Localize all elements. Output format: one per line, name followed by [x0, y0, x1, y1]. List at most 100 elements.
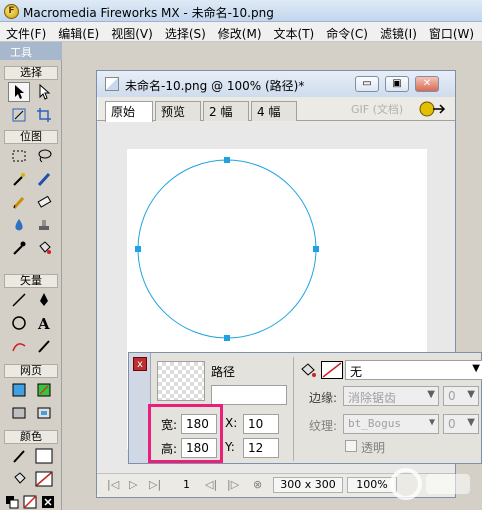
app-title: Macromedia Fireworks MX - 未命名-10.png	[23, 6, 274, 20]
stop-icon[interactable]: ⊗	[253, 478, 262, 491]
edge-select[interactable]: 消除锯齿 ▼	[343, 386, 439, 406]
lasso-tool-icon[interactable]	[33, 146, 55, 166]
frame-number: 1	[183, 478, 190, 491]
document-icon	[105, 77, 119, 91]
last-frame-icon[interactable]: ▷|	[149, 478, 161, 491]
menu-bar: 文件(F) 编辑(E) 视图(V) 选择(S) 修改(M) 文本(T) 命令(C…	[0, 22, 482, 42]
fill-bucket-icon[interactable]	[299, 361, 317, 379]
chevron-down-icon: ▼	[472, 363, 480, 374]
menu-edit[interactable]: 编辑(E)	[52, 22, 105, 41]
default-colors-icon[interactable]	[4, 492, 20, 510]
export-format-label: GIF (文档)	[351, 103, 404, 116]
y-label: Y:	[225, 440, 235, 454]
menu-text[interactable]: 文本(T)	[268, 22, 321, 41]
menu-view[interactable]: 视图(V)	[105, 22, 159, 41]
text-tool-icon[interactable]: A	[33, 313, 55, 333]
fill-color-swatch[interactable]	[33, 469, 55, 489]
x-label: X:	[225, 416, 238, 430]
menu-file[interactable]: 文件(F)	[0, 22, 52, 41]
canvas-size-readout: 300 x 300	[273, 477, 343, 493]
document-title: 未命名-10.png @ 100% (路径)*	[125, 79, 305, 93]
marquee-tool-icon[interactable]	[8, 146, 30, 166]
svg-text:A: A	[37, 315, 50, 331]
magic-wand-tool-icon[interactable]	[8, 169, 30, 189]
tab-4-up[interactable]: 4 幅	[251, 101, 297, 121]
tools-section-web: 网页	[4, 364, 58, 378]
object-name-field[interactable]	[211, 385, 287, 405]
hotspot-tool-icon[interactable]	[8, 380, 30, 400]
stroke-color-swatch[interactable]	[33, 446, 55, 466]
hide-hotspots-icon[interactable]	[8, 403, 30, 423]
menu-filters[interactable]: 滤镜(I)	[374, 22, 423, 41]
show-hotspots-icon[interactable]	[33, 403, 55, 423]
edge-amount-value: 0	[448, 389, 456, 403]
pen-tool-icon[interactable]	[33, 290, 55, 310]
tab-preview[interactable]: 预览	[155, 101, 201, 121]
chevron-down-icon: ▼	[467, 389, 475, 400]
path-point-bottom	[224, 335, 230, 341]
tools-section-select: 选择	[4, 66, 58, 80]
knife-tool-icon[interactable]	[33, 336, 55, 356]
tools-section-vector: 矢量	[4, 274, 58, 288]
blur-tool-icon[interactable]	[8, 215, 30, 235]
fill-type-select[interactable]: 无 ▼	[345, 360, 482, 380]
document-title-bar: 未命名-10.png @ 100% (路径)* ▭ ▣ ✕	[97, 71, 455, 97]
edge-amount-field[interactable]: 0 ▼	[443, 386, 479, 406]
chevron-down-icon: ▼	[467, 417, 475, 428]
watermark-logo	[388, 466, 478, 509]
texture-select[interactable]: bt_Bogus ▼	[343, 414, 439, 434]
restore-button[interactable]: ▣	[385, 76, 409, 92]
object-type-label: 路径	[211, 365, 236, 379]
pointer-tool-icon[interactable]	[8, 82, 30, 102]
fill-type-value: 无	[350, 365, 363, 379]
width-height-highlight	[148, 404, 223, 463]
stroke-color-icon[interactable]	[8, 446, 30, 466]
rubber-stamp-tool-icon[interactable]	[33, 215, 55, 235]
no-color-icon[interactable]	[22, 492, 38, 510]
tools-section-bitmap: 位图	[4, 130, 58, 144]
transparent-checkbox[interactable]	[345, 440, 357, 452]
quick-export-icon[interactable]	[417, 99, 447, 119]
tab-2-up[interactable]: 2 幅	[203, 101, 249, 121]
paint-bucket-tool-icon[interactable]	[33, 238, 55, 258]
crop-tool-icon[interactable]	[33, 105, 55, 125]
y-field[interactable]: 12	[243, 438, 279, 458]
ellipse-tool-icon[interactable]	[8, 313, 30, 333]
tools-panel-header[interactable]: 工具	[0, 42, 62, 60]
slice-tool-icon[interactable]	[33, 380, 55, 400]
freeform-tool-icon[interactable]	[8, 336, 30, 356]
pencil-tool-icon[interactable]	[8, 192, 30, 212]
scale-tool-icon[interactable]	[8, 105, 30, 125]
subselection-tool-icon[interactable]	[33, 82, 55, 102]
menu-window[interactable]: 窗口(W)	[423, 22, 480, 41]
fireworks-app-icon: F	[4, 4, 19, 19]
fill-color-box[interactable]	[321, 361, 343, 379]
eyedropper-tool-icon[interactable]	[8, 238, 30, 258]
circle-path	[137, 159, 317, 339]
first-frame-icon[interactable]: |◁	[107, 478, 119, 491]
menu-modify[interactable]: 修改(M)	[212, 22, 268, 41]
brush-tool-icon[interactable]	[33, 169, 55, 189]
app-title-bar: F Macromedia Fireworks MX - 未命名-10.png	[0, 0, 482, 22]
texture-label: 纹理:	[309, 419, 338, 433]
x-field[interactable]: 10	[243, 414, 279, 434]
texture-amount-field[interactable]: 0 ▼	[443, 414, 479, 434]
fill-color-icon[interactable]	[8, 469, 30, 489]
menu-commands[interactable]: 命令(C)	[320, 22, 374, 41]
close-button[interactable]: ✕	[415, 76, 439, 92]
minimize-button[interactable]: ▭	[355, 76, 379, 92]
path-point-right	[313, 246, 319, 252]
texture-select-value: bt_Bogus	[348, 417, 401, 430]
play-icon[interactable]: ▷	[129, 478, 137, 491]
next-frame-icon[interactable]: |▷	[227, 478, 239, 491]
swap-colors-icon[interactable]	[40, 492, 56, 510]
prev-frame-icon[interactable]: ◁|	[205, 478, 217, 491]
object-thumbnail	[157, 361, 205, 401]
transparent-label: 透明	[361, 441, 386, 455]
eraser-tool-icon[interactable]	[33, 192, 55, 212]
panel-divider	[293, 357, 294, 461]
tab-original[interactable]: 原始	[105, 101, 153, 122]
line-tool-icon[interactable]	[8, 290, 30, 310]
properties-close-button[interactable]: x	[133, 357, 147, 371]
menu-select[interactable]: 选择(S)	[159, 22, 212, 41]
